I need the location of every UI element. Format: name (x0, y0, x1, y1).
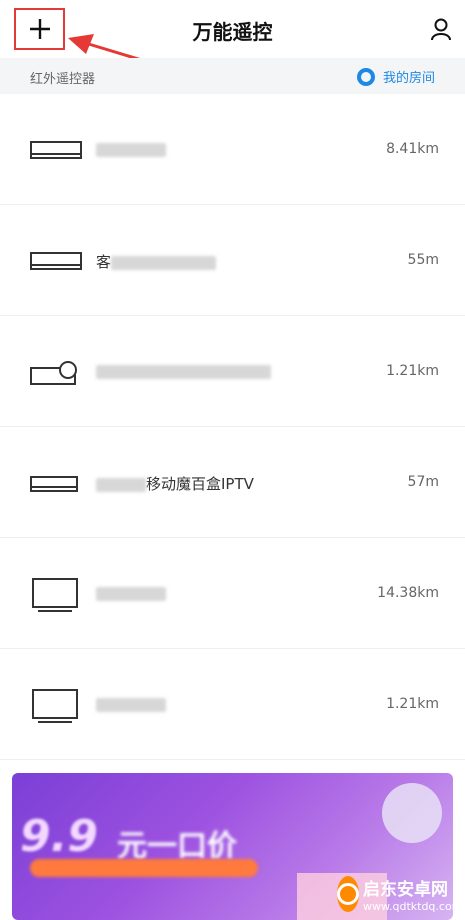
device-distance: 1.21km (386, 696, 439, 712)
device-distance: 1.21km (386, 363, 439, 379)
watermark-title: 启东安卓网 (363, 880, 448, 900)
device-name (96, 695, 166, 713)
tv-icon (32, 689, 78, 723)
projector-icon (30, 361, 77, 385)
set-top-box-icon (30, 252, 82, 270)
banner-price: 9.9 (20, 811, 98, 862)
site-watermark: 启东安卓网 www.qdtktdq.com (337, 870, 463, 918)
device-name (96, 362, 271, 380)
tv-icon (32, 578, 78, 612)
section-label: 红外遥控器 (30, 72, 96, 87)
device-name: 移动魔百盒IPTV (96, 473, 254, 494)
device-distance: 14.38km (377, 585, 439, 601)
user-icon[interactable] (429, 17, 453, 41)
banner-cta-bar (30, 859, 258, 877)
list-item[interactable]: 1.21km (0, 316, 465, 427)
set-top-box-icon (30, 476, 78, 492)
list-item[interactable]: 移动魔百盒IPTV 57m (0, 427, 465, 538)
fan-image (382, 783, 442, 843)
list-item[interactable]: 8.41km (0, 94, 465, 205)
room-icon (356, 67, 375, 86)
device-name (96, 584, 166, 602)
list-item[interactable]: 客 55m (0, 205, 465, 316)
device-distance: 8.41km (386, 141, 439, 157)
my-room-label: 我的房间 (382, 71, 435, 86)
set-top-box-icon (30, 141, 82, 159)
section-bar: 红外遥控器 我的房间 (0, 58, 465, 94)
watermark-url: www.qdtktdq.com (363, 900, 463, 913)
device-distance: 55m (407, 252, 439, 268)
device-distance: 57m (407, 474, 439, 490)
list-item[interactable]: 1.21km (0, 649, 465, 760)
list-item[interactable]: 14.38km (0, 538, 465, 649)
watermark-logo-icon (337, 876, 359, 912)
my-room-link[interactable]: 我的房间 (356, 67, 435, 86)
device-name: 客 (96, 251, 217, 272)
device-name (96, 140, 166, 158)
device-list: 8.41km 客 55m 1.21km 移动魔百盒IPTV 57m 14.38k… (0, 94, 465, 760)
